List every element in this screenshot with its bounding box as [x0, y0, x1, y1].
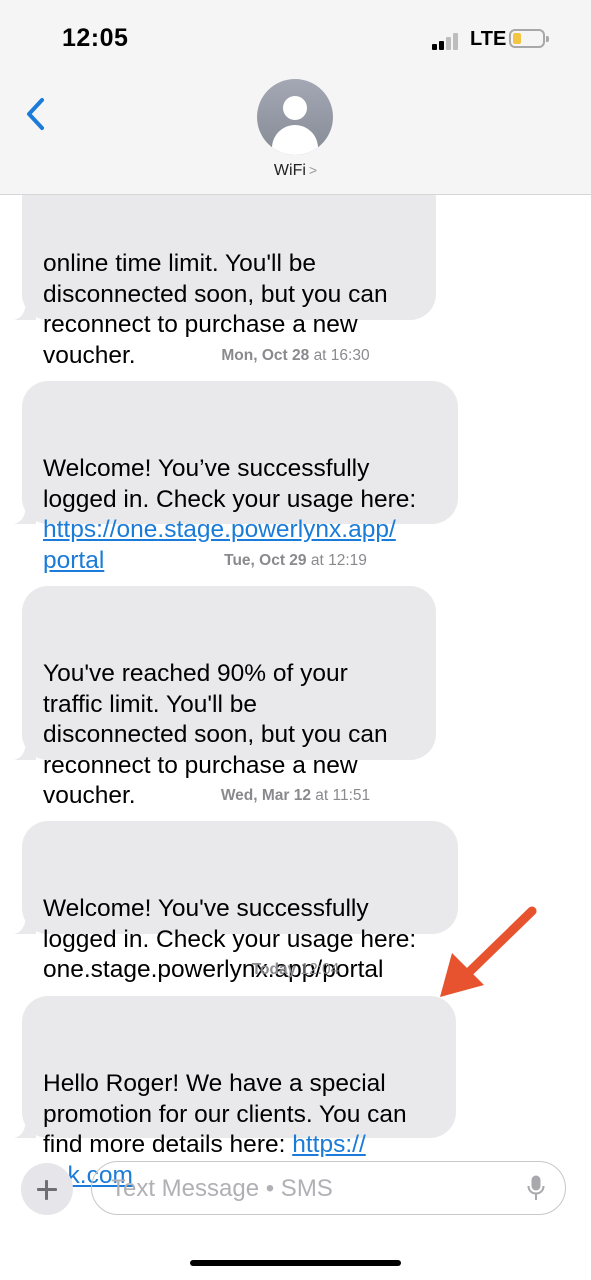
message-bubble[interactable]: Welcome! You’ve successfully logged in. … [14, 381, 458, 574]
message-bubble[interactable]: Hello Roger! We have a special promotion… [14, 996, 456, 1189]
timestamp: Mon, Oct 28 at 16:30 [0, 347, 591, 365]
message-text: Welcome! You’ve successfully logged in. … [43, 455, 417, 513]
timestamp-day: Wed, Mar 12 [220, 787, 311, 804]
message-input[interactable]: Text Message • SMS [91, 1161, 566, 1215]
timestamp-time: at 11:51 [315, 787, 371, 804]
message-bubble[interactable]: You've reached 90% of your traffic limit… [14, 586, 436, 809]
status-time: 12:05 [62, 24, 129, 52]
contact-avatar[interactable] [257, 79, 333, 155]
microphone-icon[interactable] [527, 1175, 545, 1201]
timestamp-time: at 12:19 [310, 552, 367, 569]
home-indicator[interactable] [190, 1260, 401, 1266]
person-icon [283, 96, 307, 120]
timestamp-time: 12:04 [300, 961, 340, 978]
chevron-left-icon[interactable] [22, 94, 52, 134]
contact-name-button[interactable]: WiFi > [0, 162, 591, 180]
contact-name: WiFi [273, 162, 306, 179]
timestamp: Tue, Oct 29 at 12:19 [0, 552, 591, 570]
plus-icon[interactable] [21, 1163, 73, 1215]
timestamp-day: Today [251, 961, 297, 978]
message-bubble[interactable]: online time limit. You'll be disconnecte… [14, 173, 436, 369]
timestamp: Wed, Mar 12 at 11:51 [0, 787, 591, 805]
timestamp-day: Mon, Oct 28 [221, 347, 310, 364]
timestamp-day: Tue, Oct 29 [224, 552, 307, 569]
chevron-right-icon: > [308, 162, 318, 178]
network-label: LTE [470, 28, 507, 50]
signal-icon [432, 32, 464, 50]
status-bar: 12:05 LTE [0, 0, 591, 70]
conversation-header: 12:05 LTE WiFi > [0, 0, 591, 195]
message-input-placeholder: Text Message • SMS [111, 1175, 333, 1202]
message-bubble[interactable]: Welcome! You've successfully logged in. … [14, 821, 458, 983]
battery-icon [509, 29, 549, 48]
timestamp-time: at 16:30 [313, 347, 370, 364]
arrow-icon [440, 906, 537, 997]
